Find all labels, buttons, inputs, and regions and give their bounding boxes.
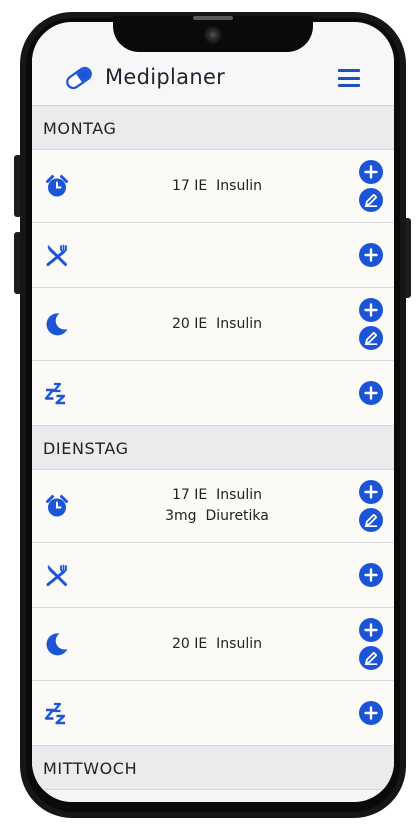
medication-entry: 17 IE Insulin [147,485,287,506]
alarm-clock-icon [46,495,68,517]
app-title: Mediplaner [105,65,226,89]
plus-icon [364,568,378,582]
edit-medication-button[interactable] [359,508,383,532]
medication-list: 20 IE Insulin [147,634,287,655]
medication-list: 20 IE Insulin [147,314,287,335]
medication-name: Insulin [216,315,262,332]
medication-name: Insulin [216,487,262,503]
plus-icon [364,303,378,317]
add-medication-button[interactable] [359,563,383,587]
time-slot-row [32,681,394,746]
medication-amount: 20 IE [172,635,208,652]
day-header: DIENSTAG [32,426,394,470]
pill-icon [66,66,92,90]
day-list: MONTAG 17 IE Insulin 20 IE Insulin DIENSTAG… [32,106,394,790]
time-slot-row: 17 IE Insulin [32,150,394,223]
pencil-icon [364,193,378,207]
speaker-grille [193,16,233,20]
front-camera [204,26,222,44]
medication-entry: 20 IE Insulin [147,634,287,655]
app-screen: Mediplaner MONTAG 17 IE Insulin 20 IE Insu… [32,22,394,802]
medication-name: Insulin [216,177,262,194]
medication-entry: 17 IE Insulin [147,176,287,197]
plus-icon [364,485,378,499]
fork-knife-icon [46,244,67,266]
time-slot-row [32,223,394,288]
fork-knife-icon [46,564,67,586]
add-medication-button[interactable] [359,243,383,267]
time-slot-row [32,361,394,426]
add-medication-button[interactable] [359,160,383,184]
sleep-zzz-icon [44,382,66,405]
edit-medication-button[interactable] [359,188,383,212]
plus-icon [364,165,378,179]
medication-amount: 17 IE [172,177,208,194]
medication-amount: 3mg [165,508,197,524]
add-medication-button[interactable] [359,480,383,504]
pencil-icon [364,331,378,345]
plus-icon [364,706,378,720]
medication-amount: 20 IE [172,315,208,332]
add-medication-button[interactable] [359,618,383,642]
alarm-clock-icon [46,175,68,197]
day-header: MONTAG [32,106,394,150]
pencil-icon [364,513,378,527]
sleep-zzz-icon [44,702,66,725]
day-label: MITTWOCH [43,759,138,778]
add-medication-button[interactable] [359,701,383,725]
edit-medication-button[interactable] [359,646,383,670]
medication-amount: 17 IE [172,487,208,503]
plus-icon [364,623,378,637]
time-slot-row: 20 IE Insulin [32,608,394,681]
hamburger-menu-icon[interactable] [338,69,360,87]
day-label: MONTAG [43,119,117,138]
phone-notch [113,16,313,52]
add-medication-button[interactable] [359,381,383,405]
moon-icon [46,313,68,336]
edit-medication-button[interactable] [359,326,383,350]
medication-list: 17 IE Insulin 3mg Diuretika [147,485,287,527]
time-slot-row: 20 IE Insulin [32,288,394,361]
medication-list: 17 IE Insulin [147,176,287,197]
day-header: MITTWOCH [32,746,394,790]
medication-name: Insulin [216,635,262,652]
medication-entry: 20 IE Insulin [147,314,287,335]
day-label: DIENSTAG [43,439,129,458]
plus-icon [364,386,378,400]
moon-icon [46,633,68,656]
pencil-icon [364,651,378,665]
time-slot-row [32,543,394,608]
add-medication-button[interactable] [359,298,383,322]
time-slot-row: 17 IE Insulin 3mg Diuretika [32,470,394,543]
medication-name: Diuretika [205,508,269,524]
medication-entry: 3mg Diuretika [147,506,287,527]
plus-icon [364,248,378,262]
